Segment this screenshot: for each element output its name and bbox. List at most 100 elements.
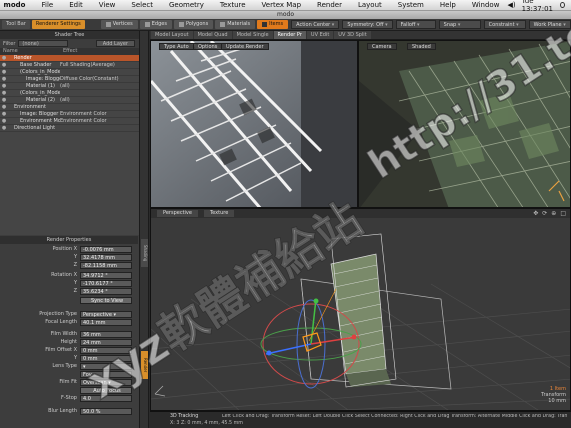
- tab-uv-edit[interactable]: UV Edit: [306, 31, 334, 39]
- options-button[interactable]: Options: [193, 43, 223, 50]
- menu-select[interactable]: Select: [123, 1, 161, 9]
- polygons-mode-button[interactable]: Polygons: [173, 20, 214, 29]
- eye-icon[interactable]: ●: [0, 111, 8, 117]
- field-value[interactable]: 34.9712 °: [80, 271, 132, 279]
- move-view-icon[interactable]: ✥: [533, 210, 538, 217]
- tree-row[interactable]: ● Base Shader Full Shading(Average): [0, 62, 139, 69]
- auto-focus-button[interactable]: Auto Focus: [80, 386, 132, 394]
- field-value[interactable]: -82.1158 mm: [80, 261, 132, 269]
- zoom-view-icon[interactable]: ⊕: [551, 210, 556, 217]
- menu-system[interactable]: System: [390, 1, 432, 9]
- field-value[interactable]: -170.6177 °: [80, 279, 132, 287]
- tree-row[interactable]: ● Material (1) (all): [0, 83, 139, 90]
- menu-render[interactable]: Render: [309, 1, 350, 9]
- type-auto-button[interactable]: Type Auto: [159, 43, 194, 50]
- eye-icon[interactable]: ●: [0, 62, 8, 68]
- tree-row[interactable]: ● Image: Blogger 8...Environment Color: [0, 111, 139, 118]
- falloff-dropdown[interactable]: Falloff: [395, 20, 436, 29]
- eye-icon[interactable]: ●: [0, 76, 8, 82]
- eye-icon[interactable]: ●: [0, 97, 8, 103]
- field-value[interactable]: 0 mm: [80, 354, 132, 362]
- column-name[interactable]: Name: [0, 48, 60, 55]
- column-effect[interactable]: Effect: [60, 48, 77, 55]
- tree-row[interactable]: ● (Colors_in_Mode...: [0, 69, 139, 76]
- snap-dropdown[interactable]: Snap: [438, 20, 481, 29]
- edges-mode-button[interactable]: Edges: [139, 20, 172, 29]
- field-value[interactable]: -0.0076 mm: [80, 245, 132, 253]
- field-value[interactable]: 50.0 %: [80, 407, 132, 415]
- eye-icon[interactable]: ●: [0, 90, 8, 96]
- menu-vertex-map[interactable]: Vertex Map: [254, 1, 310, 9]
- tab-model-layout[interactable]: Model Layout: [151, 31, 193, 39]
- tab-tool-bar[interactable]: Tool Bar: [2, 20, 30, 29]
- vertices-mode-button[interactable]: Vertices: [100, 20, 138, 29]
- side-tab-shading[interactable]: Shading: [141, 239, 148, 267]
- side-tab-render[interactable]: Render: [141, 351, 148, 379]
- field-value[interactable]: 24 mm: [80, 338, 132, 346]
- items-mode-button[interactable]: Items: [257, 20, 289, 29]
- rotation-y-field: Y -170.6177 °: [0, 279, 138, 287]
- field-value[interactable]: 35.6234 °: [80, 287, 132, 295]
- tree-row[interactable]: ● Render: [0, 55, 139, 62]
- add-layer-button[interactable]: Add Layer: [95, 40, 135, 47]
- maximize-view-icon[interactable]: □: [560, 210, 566, 217]
- symmetry-dropdown[interactable]: Symmetry: Off: [342, 20, 393, 29]
- menu-edit[interactable]: Edit: [61, 1, 91, 9]
- eye-icon[interactable]: ●: [0, 69, 8, 75]
- field-value[interactable]: 32.4178 mm: [80, 253, 132, 261]
- eye-icon[interactable]: ●: [0, 118, 8, 124]
- update-render-button[interactable]: Update Render: [221, 43, 269, 50]
- tab-render-preview[interactable]: Render Pr: [273, 31, 306, 39]
- app-menu[interactable]: modo: [2, 1, 34, 9]
- field-value[interactable]: 4.0: [80, 394, 132, 402]
- rotate-view-icon[interactable]: ⟳: [542, 210, 547, 217]
- tree-row[interactable]: ● Directional Light: [0, 125, 139, 132]
- tree-row[interactable]: ● Image: Blogger...Diffuse Color(Constant…: [0, 76, 139, 83]
- field-value[interactable]: 0 mm: [80, 346, 132, 354]
- work-plane-dropdown[interactable]: Work Plane: [528, 20, 571, 29]
- perspective-view-label[interactable]: Perspective: [157, 210, 198, 217]
- tab-renderer-settings[interactable]: Renderer Settings: [31, 20, 85, 29]
- tab-model-quad[interactable]: Model Quad: [193, 31, 232, 39]
- tab-model-single[interactable]: Model Single: [232, 31, 273, 39]
- camera-viewport[interactable]: Camera Shaded: [358, 40, 571, 208]
- sync-to-view-button[interactable]: Sync to View: [80, 296, 132, 304]
- filter-dropdown[interactable]: (none): [18, 40, 69, 47]
- tree-row[interactable]: ● (Colors_in_Mode...: [0, 90, 139, 97]
- items-label: Items: [269, 21, 284, 27]
- menu-layout[interactable]: Layout: [350, 1, 390, 9]
- camera-shading-mode[interactable]: Shaded: [407, 43, 436, 50]
- spotlight-icon[interactable]: [560, 2, 565, 8]
- menu-window[interactable]: Window: [464, 1, 508, 9]
- tree-row[interactable]: ● Material (2) (all): [0, 97, 139, 104]
- menu-help[interactable]: Help: [432, 1, 464, 9]
- film-width-field: Film Width 36 mm: [0, 330, 138, 338]
- film-fit-dropdown[interactable]: Overscan: [80, 378, 132, 386]
- tree-row[interactable]: ● Environment: [0, 104, 139, 111]
- eye-icon[interactable]: ●: [0, 104, 8, 110]
- eye-icon[interactable]: ●: [0, 55, 8, 61]
- film-offset-x-field: Film Offset X0 mm: [0, 346, 138, 354]
- projection-type-dropdown[interactable]: Perspective: [80, 310, 132, 318]
- perspective-shading-mode[interactable]: Texture: [203, 210, 235, 217]
- field-value[interactable]: Fov: [80, 370, 132, 378]
- camera-view-label[interactable]: Camera: [367, 43, 397, 50]
- menu-file[interactable]: File: [33, 1, 61, 9]
- render-preview-viewport[interactable]: Type Auto Options Update Render: [150, 40, 358, 208]
- field-value[interactable]: 36 mm: [80, 330, 132, 338]
- field-value[interactable]: 40.1 mm: [80, 318, 132, 326]
- eye-icon[interactable]: ●: [0, 83, 8, 89]
- materials-mode-button[interactable]: Materials: [215, 20, 256, 29]
- tab-uv-3d-split[interactable]: UV 3D Split: [334, 31, 371, 39]
- perspective-viewport[interactable]: Perspective Texture ✥ ⟳ ⊕ □ 1 Item Trans…: [150, 208, 571, 411]
- action-center-dropdown[interactable]: Action Center: [291, 20, 340, 29]
- lens-type-dropdown[interactable]: [80, 362, 132, 370]
- eye-icon[interactable]: ●: [0, 125, 8, 131]
- tree-row[interactable]: ● Environment Mode...Environment Color: [0, 118, 139, 125]
- volume-icon[interactable]: ◀): [507, 1, 515, 9]
- vertices-label: Vertices: [112, 21, 133, 27]
- constraint-dropdown[interactable]: Constraint: [483, 20, 526, 29]
- menu-view[interactable]: View: [91, 1, 124, 9]
- menu-texture[interactable]: Texture: [212, 1, 254, 9]
- menu-geometry[interactable]: Geometry: [161, 1, 212, 9]
